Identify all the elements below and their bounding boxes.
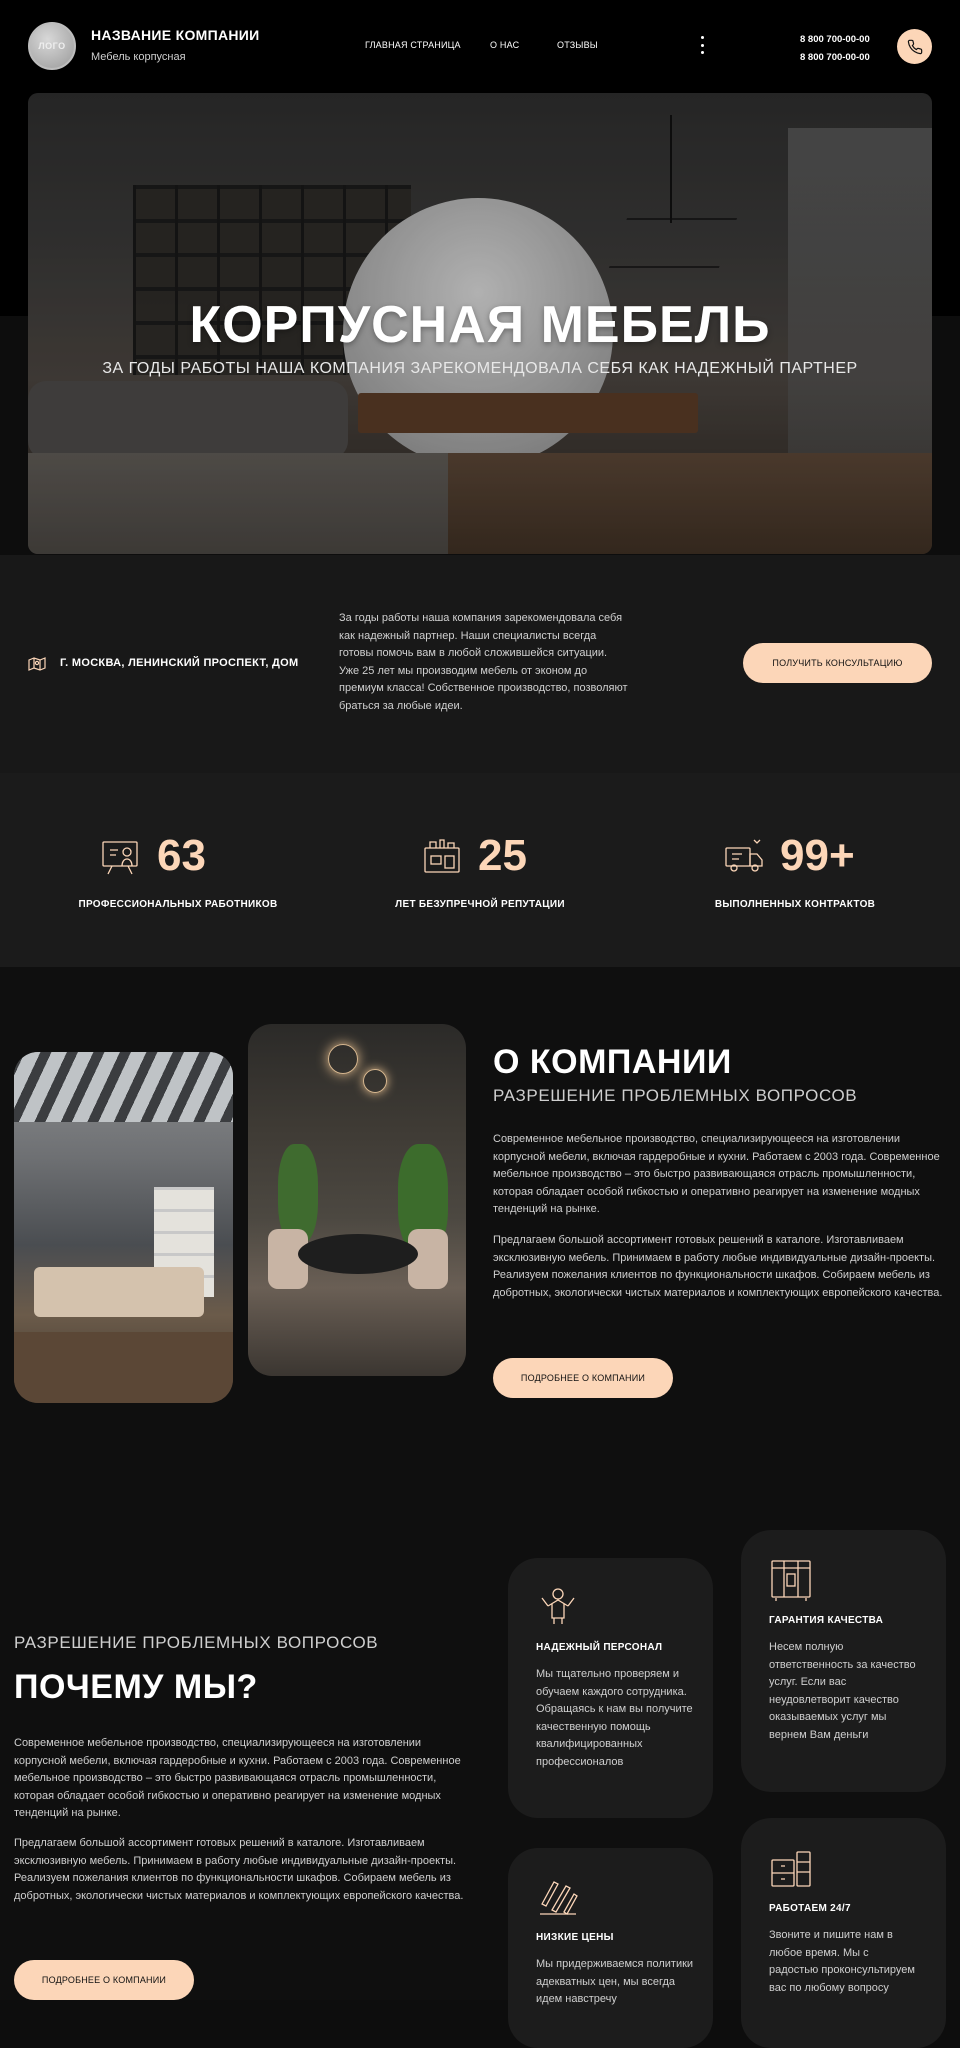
- hero-banner: КОРПУСНАЯ МЕБЕЛЬ ЗА ГОДЫ РАБОТЫ НАША КОМ…: [28, 93, 932, 554]
- feature-title: ГАРАНТИЯ КАЧЕСТВА: [769, 1615, 884, 1626]
- nav-reviews[interactable]: ОТЗЫВЫ: [557, 40, 598, 50]
- truck-icon: [725, 839, 763, 872]
- stat-label: ПРОФЕССИОНАЛЬНЫХ РАБОТНИКОВ: [78, 899, 278, 910]
- more-menu-icon[interactable]: [700, 36, 704, 54]
- cabinet-icon: [771, 1851, 811, 1887]
- workshop-icon: [424, 839, 460, 873]
- feature-text: Звоните и пишите нам в любое время. Мы с…: [769, 1929, 915, 1994]
- company-tagline: Мебель корпусная: [91, 51, 186, 63]
- feature-text: Несем полную ответственность за качество…: [769, 1641, 916, 1741]
- stat-label: ЛЕТ БЕЗУПРЕЧНОЙ РЕПУТАЦИИ: [395, 899, 565, 910]
- about-kicker: РАЗРЕШЕНИЕ ПРОБЛЕМНЫХ ВОПРОСОВ: [493, 1086, 858, 1105]
- feature-card: ГАРАНТИЯ КАЧЕСТВА Несем полную ответстве…: [741, 1530, 946, 1792]
- interior-photo-dining: [248, 1024, 466, 1376]
- about-paragraph-2: Предлагаем большой ассортимент готовых р…: [493, 1234, 943, 1299]
- nav-about[interactable]: О НАС: [490, 40, 519, 50]
- tools-icon: [540, 1881, 578, 1915]
- feature-title: НИЗКИЕ ЦЕНЫ: [536, 1932, 614, 1943]
- address-text: Г. МОСКВА, ЛЕНИНСКИЙ ПРОСПЕКТ, ДОМ: [60, 657, 299, 669]
- why-more-button[interactable]: ПОДРОБНЕЕ О КОМПАНИИ: [14, 1960, 194, 2000]
- why-title: ПОЧЕМУ МЫ?: [14, 1668, 258, 1706]
- about-more-button[interactable]: ПОДРОБНЕЕ О КОМПАНИИ: [493, 1358, 673, 1398]
- company-logo[interactable]: ЛОГО: [28, 22, 76, 70]
- about-title: О КОМПАНИИ: [493, 1043, 732, 1081]
- feature-text: Мы придерживаемся политики адекватных це…: [536, 1958, 694, 2005]
- phone-2[interactable]: 8 800 700-00-00: [800, 49, 870, 67]
- feature-title: РАБОТАЕМ 24/7: [769, 1903, 851, 1914]
- why-paragraph-2: Предлагаем большой ассортимент готовых р…: [14, 1837, 464, 1902]
- hero-title: КОРПУСНАЯ МЕБЕЛЬ: [189, 296, 771, 354]
- designer-icon: [102, 841, 138, 875]
- worker-icon: [541, 1588, 575, 1624]
- why-kicker: РАЗРЕШЕНИЕ ПРОБЛЕМНЫХ ВОПРОСОВ: [14, 1633, 379, 1652]
- phone-1[interactable]: 8 800 700-00-00: [800, 31, 870, 49]
- company-name: НАЗВАНИЕ КОМПАНИИ: [91, 27, 260, 43]
- stat-label: ВЫПОЛНЕННЫХ КОНТРАКТОВ: [714, 899, 876, 910]
- phone-numbers: 8 800 700-00-00 8 800 700-00-00: [800, 31, 870, 67]
- stat-value: 63: [157, 831, 206, 880]
- logo-text: ЛОГО: [38, 41, 66, 51]
- stat-value: 99+: [780, 831, 855, 880]
- about-paragraph-1: Современное мебельное производство, спец…: [493, 1133, 940, 1215]
- feature-title: НАДЕЖНЫЙ ПЕРСОНАЛ: [536, 1642, 663, 1653]
- stat-value: 25: [478, 831, 527, 880]
- intro-text: За годы работы наша компания зарекомендо…: [339, 612, 628, 712]
- interior-photo-living: [14, 1052, 233, 1403]
- why-paragraph-1: Современное мебельное производство, спец…: [14, 1737, 461, 1819]
- phone-icon: [907, 39, 922, 54]
- consultation-button[interactable]: ПОЛУЧИТЬ КОНСУЛЬТАЦИЮ: [743, 643, 932, 683]
- nav-home[interactable]: ГЛАВНАЯ СТРАНИЦА: [365, 40, 461, 50]
- map-icon: [28, 657, 46, 671]
- call-button[interactable]: [897, 29, 932, 64]
- hero-subtitle: ЗА ГОДЫ РАБОТЫ НАША КОМПАНИЯ ЗАРЕКОМЕНДО…: [102, 360, 858, 377]
- feature-card: НИЗКИЕ ЦЕНЫ Мы придерживаемся политики а…: [508, 1848, 713, 2048]
- feature-card: РАБОТАЕМ 24/7 Звоните и пишите нам в люб…: [741, 1818, 946, 2048]
- wardrobe-icon: [771, 1560, 811, 1601]
- feature-text: Мы тщательно проверяем и обучаем каждого…: [536, 1668, 693, 1768]
- feature-card: НАДЕЖНЫЙ ПЕРСОНАЛ Мы тщательно проверяем…: [508, 1558, 713, 1818]
